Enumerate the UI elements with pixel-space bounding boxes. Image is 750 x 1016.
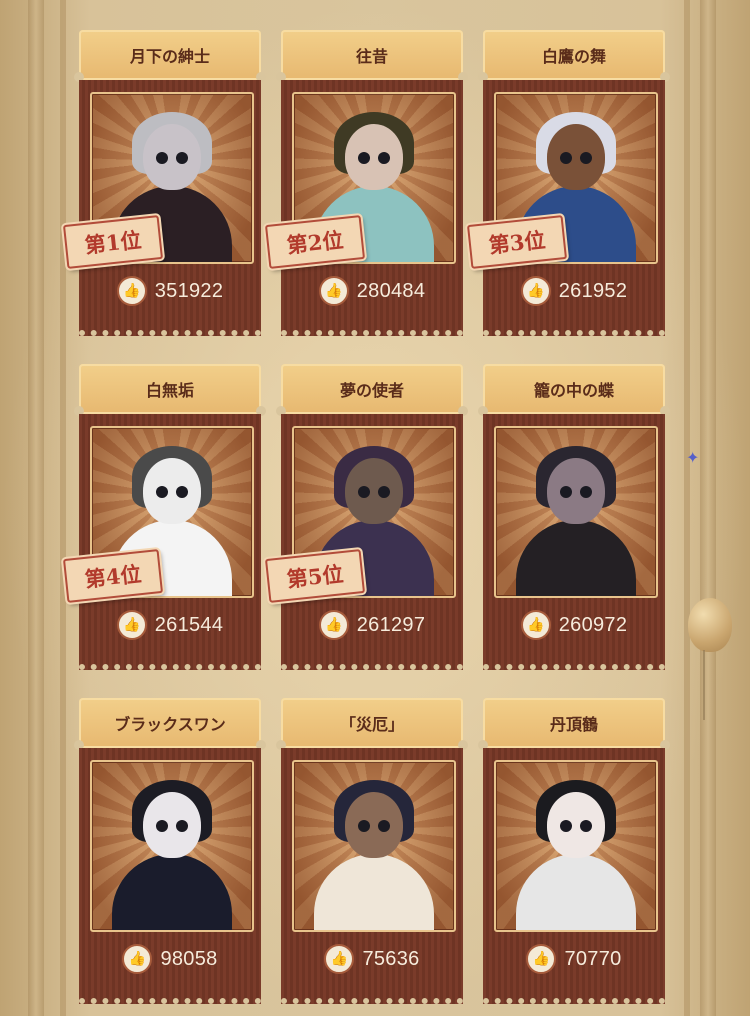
like-row: 👍 98058 xyxy=(79,942,261,976)
costume-card[interactable]: 白鷹の舞 👍 261952 第3位 xyxy=(466,30,670,336)
costume-card[interactable]: 丹頂鶴 👍 70770 xyxy=(478,698,670,1004)
card-header: 夢の使者 xyxy=(276,364,468,416)
thumbs-up-icon[interactable]: 👍 xyxy=(116,610,147,640)
rank-label: 第3位 xyxy=(487,227,547,258)
costume-name: 籠の中の蝶 xyxy=(533,381,614,400)
like-row: 👍 260972 xyxy=(483,608,665,642)
card-header: 白無垢 xyxy=(74,364,266,416)
costume-card[interactable]: 往昔 👍 280484 第2位 xyxy=(264,30,468,336)
like-count: 261544 xyxy=(154,613,224,636)
balloon-icon xyxy=(688,598,732,652)
costume-name: 往昔 xyxy=(355,47,388,66)
costume-card[interactable]: 白無垢 👍 261544 第4位 xyxy=(62,364,266,670)
thumbs-up-icon[interactable]: 👍 xyxy=(526,944,557,974)
thumbs-up-icon[interactable]: 👍 xyxy=(318,276,349,306)
card-header: 丹頂鶴 xyxy=(478,698,670,750)
card-body: 👍 70770 xyxy=(483,748,665,1004)
costume-card[interactable]: 夢の使者 👍 261297 第5位 xyxy=(264,364,468,670)
like-row: 👍 280484 xyxy=(281,274,463,308)
card-header: 「災厄」 xyxy=(276,698,468,750)
like-count: 261952 xyxy=(558,279,628,302)
card-body: 👍 261297 xyxy=(281,414,463,670)
thumbs-up-icon[interactable]: 👍 xyxy=(116,276,147,306)
card-body: 👍 261544 xyxy=(79,414,261,670)
costume-card[interactable]: 「災厄」 👍 75636 xyxy=(276,698,468,1004)
card-body: 👍 280484 xyxy=(281,80,463,336)
like-row: 👍 70770 xyxy=(483,942,665,976)
card-body: 👍 98058 xyxy=(79,748,261,1004)
costume-name: 「災厄」 xyxy=(339,715,404,734)
thumbs-up-icon[interactable]: 👍 xyxy=(324,944,355,974)
like-count: 351922 xyxy=(154,279,224,302)
thumbs-up-icon[interactable]: 👍 xyxy=(318,610,349,640)
rank-label: 第2位 xyxy=(285,227,345,258)
butterfly-icon: ✦ xyxy=(686,448,700,467)
card-header: 往昔 xyxy=(276,30,468,82)
costume-card[interactable]: ブラックスワン 👍 98058 xyxy=(74,698,266,1004)
like-count: 261297 xyxy=(356,613,426,636)
rank-label: 第4位 xyxy=(83,561,143,592)
like-row: 👍 75636 xyxy=(281,942,463,976)
thumbs-up-icon[interactable]: 👍 xyxy=(520,610,551,640)
left-inner-rail xyxy=(60,0,66,1016)
costume-portrait[interactable] xyxy=(292,760,456,932)
card-body: 👍 351922 xyxy=(79,80,261,336)
costume-name: 月下の紳士 xyxy=(129,47,210,66)
card-header: 白鷹の舞 xyxy=(478,30,670,82)
thumbs-up-icon[interactable]: 👍 xyxy=(122,944,153,974)
rank-label: 第1位 xyxy=(83,227,143,258)
card-header: ブラックスワン xyxy=(74,698,266,750)
right-inner-rail xyxy=(684,0,690,1016)
like-row: 👍 261297 xyxy=(281,608,463,642)
rank-label: 第5位 xyxy=(285,561,345,592)
card-body: 👍 261952 xyxy=(483,80,665,336)
card-body: 👍 75636 xyxy=(281,748,463,1004)
costume-card[interactable]: 籠の中の蝶 👍 260972 xyxy=(478,364,670,670)
left-rail xyxy=(28,0,44,1016)
costume-portrait[interactable] xyxy=(494,760,658,932)
balloon-string xyxy=(703,650,705,720)
right-rail xyxy=(700,0,716,1016)
like-count: 75636 xyxy=(362,947,420,970)
costume-name: 夢の使者 xyxy=(339,381,404,400)
like-count: 98058 xyxy=(160,947,218,970)
like-count: 280484 xyxy=(356,279,426,302)
like-row: 👍 261544 xyxy=(79,608,261,642)
costume-portrait[interactable] xyxy=(90,760,254,932)
costume-name: 白無垢 xyxy=(145,381,194,400)
card-body: 👍 260972 xyxy=(483,414,665,670)
card-header: 月下の紳士 xyxy=(74,30,266,82)
like-count: 70770 xyxy=(564,947,622,970)
like-row: 👍 261952 xyxy=(483,274,665,308)
like-row: 👍 351922 xyxy=(79,274,261,308)
costume-name: 丹頂鶴 xyxy=(549,715,598,734)
costume-name: 白鷹の舞 xyxy=(541,47,606,66)
costume-portrait[interactable] xyxy=(494,426,658,598)
costume-card[interactable]: 月下の紳士 👍 351922 第1位 xyxy=(62,30,266,336)
costume-name: ブラックスワン xyxy=(114,715,226,734)
thumbs-up-icon[interactable]: 👍 xyxy=(520,276,551,306)
card-header: 籠の中の蝶 xyxy=(478,364,670,416)
like-count: 260972 xyxy=(558,613,628,636)
